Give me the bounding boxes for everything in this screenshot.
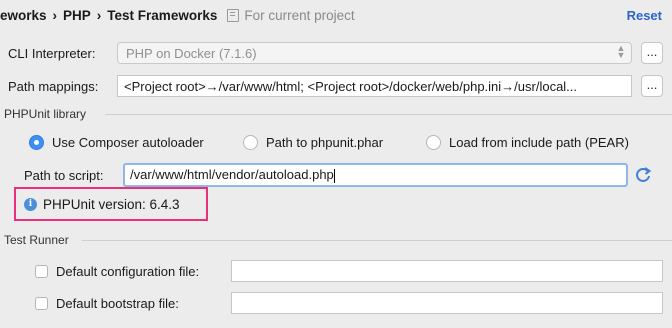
default-configuration-field[interactable]: [231, 260, 663, 282]
test-runner-title: Test Runner: [4, 233, 69, 247]
group-divider: [105, 114, 672, 115]
path-mappings-browse-button[interactable]: ...: [641, 75, 663, 97]
path-to-script-input[interactable]: /var/www/html/vendor/autoload.php: [123, 163, 628, 187]
breadcrumb-item[interactable]: PHP: [63, 8, 91, 23]
radio-label: Path to phpunit.phar: [266, 135, 384, 150]
default-bootstrap-checkbox[interactable]: [35, 297, 48, 310]
path-mappings-label: Path mappings:: [8, 79, 99, 94]
radio-label: Use Composer autoloader: [52, 135, 204, 150]
path-mappings-field[interactable]: <Project root>→/var/www/html; <Project r…: [117, 75, 632, 97]
scope-label: For current project: [244, 8, 355, 23]
document-icon: [227, 9, 240, 22]
breadcrumb-item-current: Test Frameworks: [107, 8, 218, 23]
text-cursor: [333, 168, 335, 183]
reset-link[interactable]: Reset: [627, 8, 662, 23]
chevron-updown-icon: ▲ ▼: [616, 43, 626, 60]
radio-include-path[interactable]: Load from include path (PEAR): [426, 135, 629, 150]
group-divider: [82, 240, 672, 241]
phpunit-library-title: PHPUnit library: [4, 107, 87, 121]
radio-composer-autoloader[interactable]: Use Composer autoloader: [29, 135, 204, 150]
cli-interpreter-label: CLI Interpreter:: [8, 46, 96, 61]
refresh-icon[interactable]: [633, 165, 653, 185]
radio-button[interactable]: [243, 135, 258, 150]
default-configuration-checkbox[interactable]: [35, 265, 48, 278]
default-configuration-label: Default configuration file:: [56, 264, 200, 279]
breadcrumb-separator: ›: [96, 8, 102, 23]
phpunit-version-text: PHPUnit version: 6.4.3: [43, 196, 180, 212]
breadcrumb: eworks › PHP › Test Frameworks For curre…: [0, 8, 355, 23]
scope-indicator: For current project: [227, 8, 355, 23]
cli-interpreter-browse-button[interactable]: ...: [641, 42, 663, 64]
path-to-script-value: /var/www/html/vendor/autoload.php: [130, 167, 334, 182]
default-bootstrap-label: Default bootstrap file:: [56, 296, 179, 311]
radio-button[interactable]: [426, 135, 441, 150]
breadcrumb-separator: ›: [52, 8, 58, 23]
radio-phpunit-phar[interactable]: Path to phpunit.phar: [243, 135, 383, 150]
cli-interpreter-select[interactable]: PHP on Docker (7.1.6) ▲ ▼: [117, 42, 632, 64]
radio-label: Load from include path (PEAR): [449, 135, 629, 150]
phpunit-version-highlight: i PHPUnit version: 6.4.3: [14, 187, 208, 221]
cli-interpreter-value: PHP on Docker (7.1.6): [126, 46, 257, 61]
path-to-script-label: Path to script:: [24, 168, 104, 183]
default-bootstrap-field[interactable]: [231, 292, 663, 314]
radio-button-selected[interactable]: [29, 135, 44, 150]
info-icon: i: [24, 197, 37, 211]
breadcrumb-item[interactable]: eworks: [0, 8, 47, 23]
